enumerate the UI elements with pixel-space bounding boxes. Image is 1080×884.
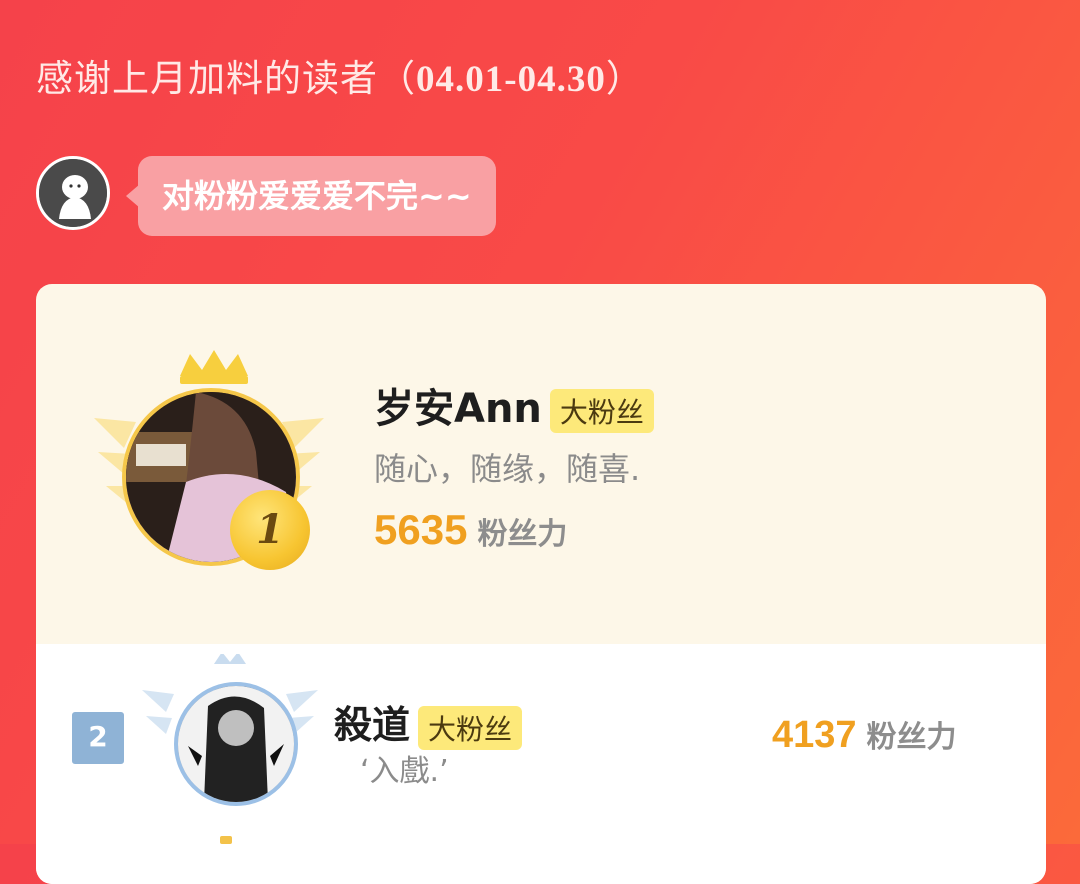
rank-1-fan-badge: 大粉丝 bbox=[549, 389, 654, 433]
rank-2-name[interactable]: 殺道 大粉丝 bbox=[334, 694, 523, 750]
rank-3-crown-icon bbox=[220, 836, 232, 844]
rank-1-medal: 1 bbox=[230, 490, 310, 570]
rank-1-signature: 随心，随缘，随喜. bbox=[374, 450, 641, 488]
rank-1-name[interactable]: 岁安Ann 大粉丝 bbox=[374, 376, 654, 434]
rank-2-score: 4137 粉丝力 bbox=[772, 712, 957, 757]
title-text: 感谢上月加料的读者（ bbox=[36, 57, 416, 100]
page-title: 感谢上月加料的读者（04.01-04.30） bbox=[36, 48, 644, 102]
rank-2-name-text: 殺道 bbox=[334, 703, 411, 747]
rank-2-tag: 2 bbox=[72, 712, 124, 764]
rank-2-fan-badge: 大粉丝 bbox=[418, 705, 523, 750]
rank-1-score-value: 5635 bbox=[374, 506, 468, 553]
rank-1-score: 5635 粉丝力 bbox=[374, 506, 567, 554]
rank-2-signature: ‘入戲.’ bbox=[360, 754, 449, 789]
author-message-bubble: 对粉粉爱爱爱不完~~ bbox=[126, 156, 496, 236]
rank-2-avatar[interactable] bbox=[174, 682, 298, 806]
rank-1-name-text: 岁安Ann bbox=[374, 386, 542, 432]
rank-2-avatar-photo bbox=[178, 686, 294, 802]
ghost-avatar-icon bbox=[39, 159, 107, 227]
rank-2-score-unit: 粉丝力 bbox=[866, 720, 957, 755]
title-close: ） bbox=[605, 57, 644, 100]
author-avatar[interactable] bbox=[36, 156, 110, 230]
rank-1-score-unit: 粉丝力 bbox=[477, 517, 568, 552]
leaderboard-card: 1 岁安Ann 大粉丝 随心，随缘，随喜. 5635 粉丝力 2 殺道 大粉丝 ‘入戲… bbox=[36, 284, 1046, 884]
title-date-range: 04.01-04.30 bbox=[416, 59, 606, 100]
rank-2-score-value: 4137 bbox=[772, 714, 857, 756]
